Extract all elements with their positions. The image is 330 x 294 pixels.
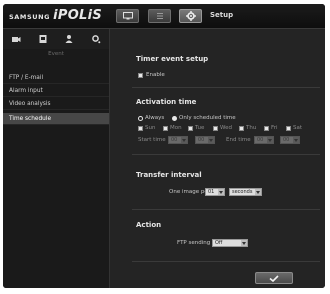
camera-icon[interactable] — [9, 32, 23, 46]
day-label-sat: Sat — [293, 125, 303, 131]
chevron-down-icon — [255, 189, 261, 195]
day-checkbox-sat[interactable] — [286, 126, 291, 131]
brand-maker: SAMSUNG — [9, 13, 51, 21]
settings-icon[interactable] — [89, 32, 103, 46]
day-label-wed: Wed — [220, 125, 232, 131]
transfer-interval-title: Transfer interval — [136, 171, 202, 179]
chevron-down-icon — [267, 137, 273, 143]
video-icon[interactable] — [36, 32, 50, 46]
brand-logo: SAMSUNG iPOLiS — [9, 8, 102, 24]
gear-icon — [185, 11, 196, 21]
interval-unit-select[interactable]: seconds — [229, 188, 262, 196]
day-label-fri: Fri — [271, 125, 278, 131]
day-checkbox-thu[interactable] — [239, 126, 244, 131]
screenshot-frame: SAMSUNG iPOLiS Setup Event FTP / E-mail … — [0, 0, 330, 294]
end-hour-value: 00 — [257, 137, 264, 143]
day-checkbox-fri[interactable] — [264, 126, 269, 131]
day-checkbox-sun[interactable] — [138, 126, 143, 131]
setup-label: Setup — [210, 11, 234, 19]
sidebar-item-time-schedule[interactable]: Time schedule — [3, 113, 109, 125]
activation-time-title: Activation time — [136, 98, 197, 106]
one-image-per-label: One image per — [169, 189, 210, 195]
end-minute-value: 00 — [283, 137, 290, 143]
section-divider — [132, 154, 320, 155]
day-checkbox-tue[interactable] — [188, 126, 193, 131]
radio-scheduled[interactable] — [172, 116, 177, 121]
monitor-icon — [122, 12, 133, 20]
playback-button[interactable] — [148, 9, 171, 23]
radio-scheduled-label: Only scheduled time — [179, 115, 236, 121]
interval-unit: seconds — [232, 189, 253, 195]
ftp-sending-select[interactable]: Off — [212, 239, 248, 247]
section-divider — [132, 261, 320, 262]
sidebar: Event FTP / E-mail Alarm input Video ana… — [3, 29, 110, 288]
day-label-mon: Mon — [170, 125, 182, 131]
action-title: Action — [136, 221, 162, 229]
end-hour-select[interactable]: 00 — [254, 136, 274, 144]
timer-event-title: Timer event setup — [136, 55, 209, 63]
day-label-thu: Thu — [246, 125, 257, 131]
start-minute-select[interactable]: 00 — [195, 136, 215, 144]
interval-value-select[interactable]: 01 — [205, 188, 225, 196]
list-icon — [156, 13, 163, 19]
section-divider — [132, 87, 320, 88]
app-window: SAMSUNG iPOLiS Setup Event FTP / E-mail … — [3, 4, 325, 288]
start-hour-value: 00 — [171, 137, 178, 143]
day-label-sun: Sun — [145, 125, 156, 131]
interval-value: 01 — [208, 189, 215, 195]
sidebar-item-video-analysis[interactable]: Video analysis — [3, 98, 109, 110]
start-minute-value: 00 — [198, 137, 205, 143]
section-divider — [132, 209, 320, 210]
chevron-down-icon — [208, 137, 214, 143]
radio-always-label: Always — [145, 115, 165, 121]
live-view-button[interactable] — [116, 9, 139, 23]
start-hour-select[interactable]: 00 — [168, 136, 188, 144]
user-icon[interactable] — [62, 32, 76, 46]
day-checkbox-mon[interactable] — [163, 126, 168, 131]
sidebar-category-icons — [3, 29, 109, 49]
day-label-tue: Tue — [195, 125, 205, 131]
radio-always[interactable] — [138, 116, 143, 121]
enable-label: Enable — [146, 72, 165, 78]
enable-checkbox[interactable] — [138, 73, 143, 78]
apply-button[interactable] — [255, 272, 293, 284]
sidebar-category-title: Event — [48, 51, 64, 57]
sidebar-item-alarm-input[interactable]: Alarm input — [3, 85, 109, 97]
day-checkbox-wed[interactable] — [213, 126, 218, 131]
setup-button[interactable] — [179, 9, 202, 23]
chevron-down-icon — [293, 137, 299, 143]
chevron-down-icon — [181, 137, 187, 143]
checkmark-icon — [269, 274, 279, 282]
top-bar: SAMSUNG iPOLiS Setup — [3, 4, 325, 29]
sidebar-item-ftp-email[interactable]: FTP / E-mail — [3, 72, 109, 84]
brand-product: iPOLiS — [53, 8, 103, 23]
chevron-down-icon — [241, 240, 247, 246]
ftp-sending-value: Off — [215, 240, 223, 246]
chevron-down-icon — [218, 189, 224, 195]
end-minute-select[interactable]: 00 — [280, 136, 300, 144]
start-time-label: Start time — [138, 137, 166, 143]
ftp-sending-label: FTP sending — [177, 240, 211, 246]
main-panel: Timer event setup Enable Activation time… — [110, 29, 325, 288]
end-time-label: End time — [226, 137, 251, 143]
